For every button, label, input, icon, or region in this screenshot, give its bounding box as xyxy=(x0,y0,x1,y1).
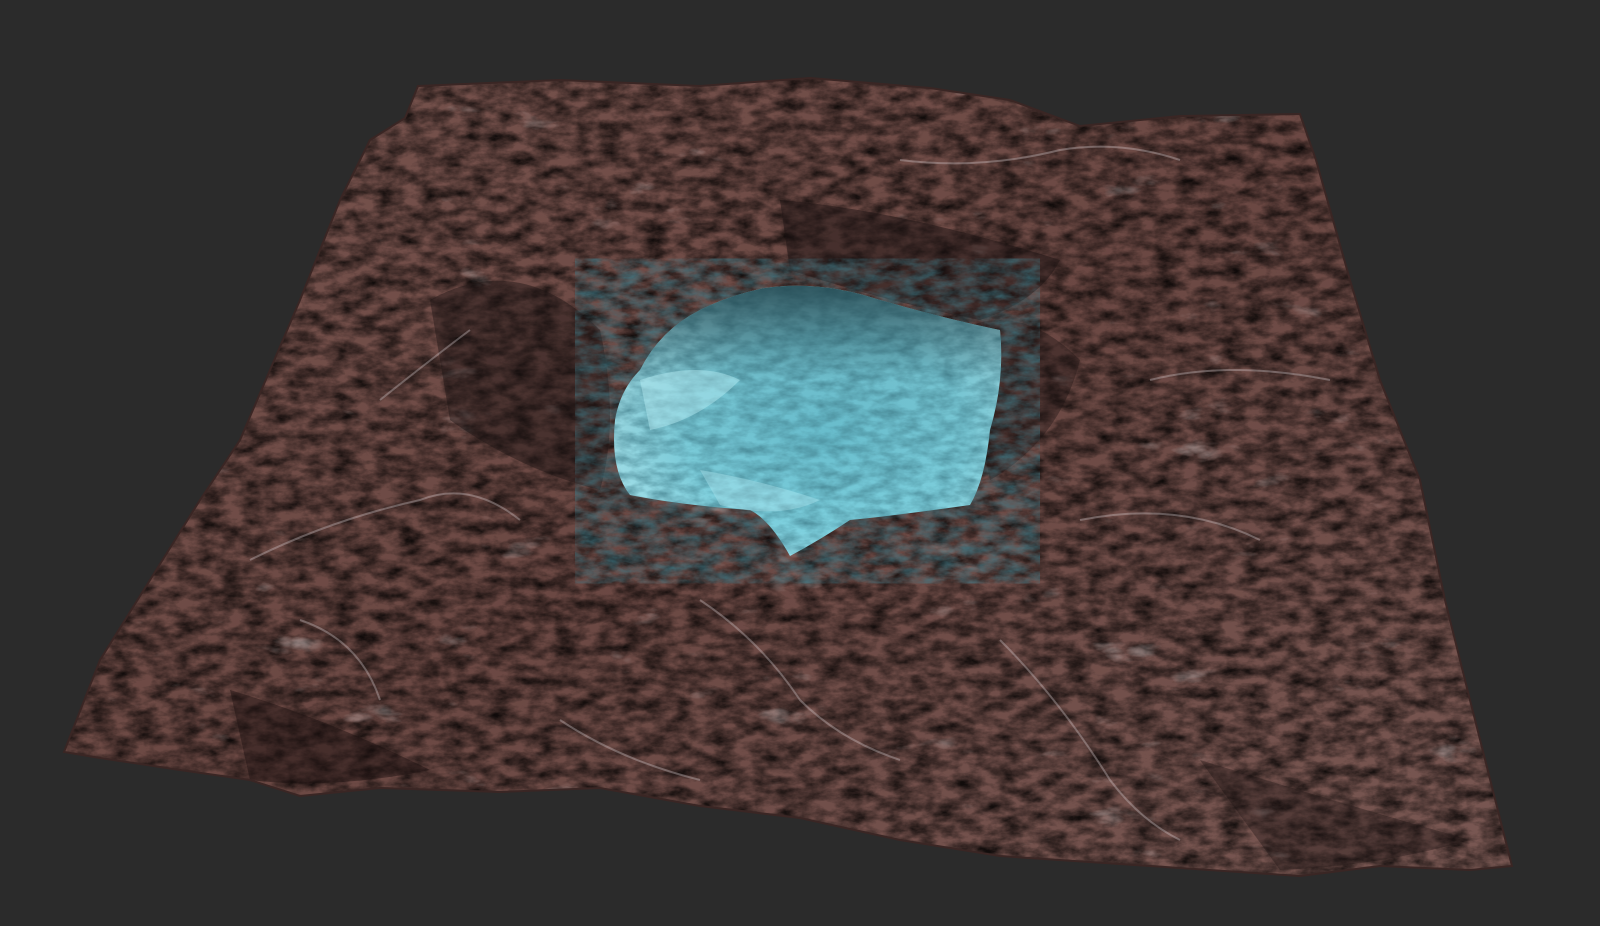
terrain-render xyxy=(62,76,1514,878)
render-viewport[interactable] xyxy=(0,0,1600,926)
